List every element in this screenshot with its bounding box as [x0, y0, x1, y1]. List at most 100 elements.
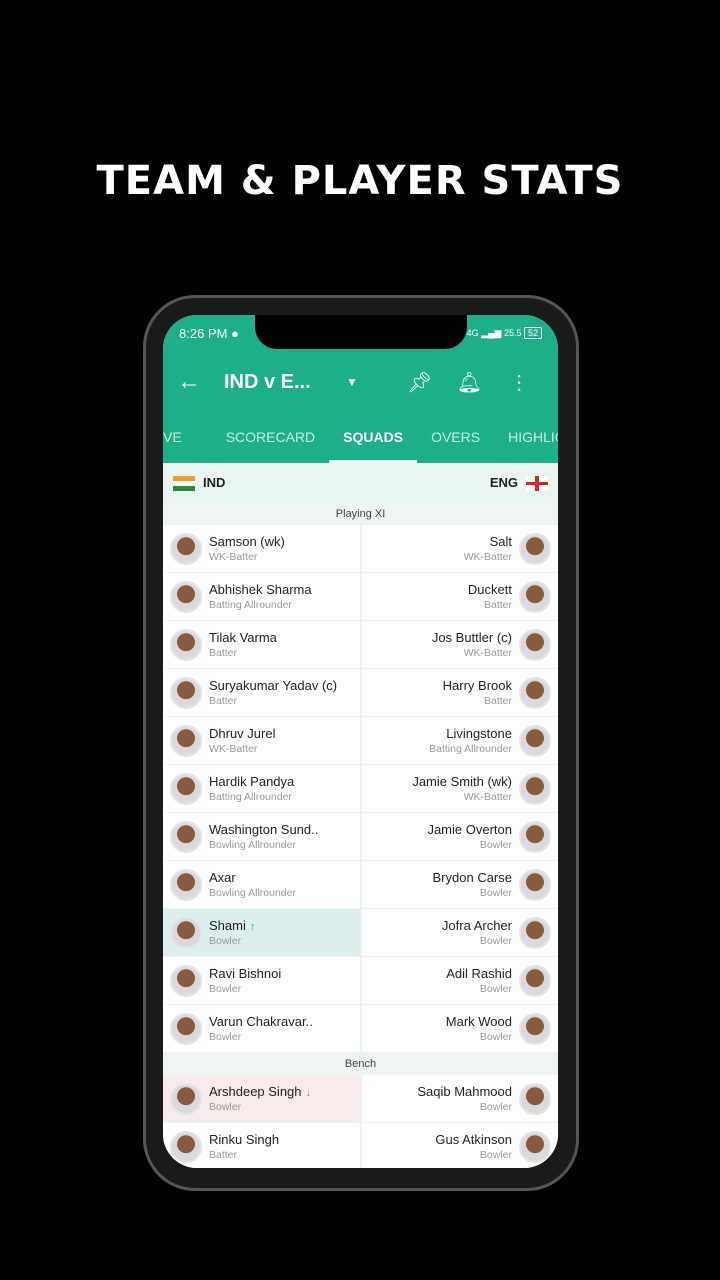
player-item[interactable]: Varun Chakravar.. Bowler — [163, 1005, 360, 1052]
player-role: Bowling Allrounder — [209, 887, 296, 899]
player-item[interactable]: Harry Brook Batter — [361, 669, 558, 716]
player-avatar — [170, 724, 202, 757]
player-name: Jamie Smith (wk) — [412, 774, 512, 789]
player-role: Batter — [483, 599, 512, 611]
tab-highlights[interactable]: HIGHLIGH — [494, 412, 558, 463]
tab-overs[interactable]: OVERS — [417, 412, 494, 463]
player-role: WK-Batter — [209, 743, 258, 755]
battery-icon: 52 — [523, 327, 542, 339]
player-item[interactable]: Hardik Pandya Batting Allrounder — [163, 765, 360, 812]
player-item[interactable]: Jamie Overton Bowler — [361, 813, 558, 860]
bench-label: Bench — [163, 1053, 558, 1075]
player-name: Tilak Varma — [209, 630, 277, 645]
player-name: Jamie Overton — [427, 822, 512, 837]
player-role: Batter — [209, 647, 238, 659]
player-role: Batter — [483, 695, 512, 707]
player-item[interactable]: Suryakumar Yadav (c) Batter — [163, 669, 360, 716]
player-role: Bowler — [479, 839, 512, 851]
player-avatar — [519, 1082, 551, 1115]
player-avatar — [170, 1130, 202, 1163]
player-name: Jos Buttler (c) — [431, 630, 512, 645]
phone-notch — [255, 315, 467, 349]
app-screen: 8:26 PM ● 4G ▂▄▆ 25.5 52 ← IND v E... ▼ … — [163, 315, 558, 1168]
player-item[interactable]: Arshdeep Singh ↓ Bowler — [163, 1075, 360, 1122]
signal-icon: ▂▄▆ — [481, 328, 502, 338]
teams-header: IND ENG — [163, 463, 558, 503]
tab-scorecard[interactable]: SCORECARD — [212, 412, 329, 463]
player-item[interactable]: Dhruv Jurel WK-Batter — [163, 717, 360, 764]
player-avatar — [519, 1130, 551, 1163]
squad-row: Arshdeep Singh ↓ Bowler Saqib Mahmood Bowler — [163, 1075, 558, 1123]
player-name: Adil Rashid — [446, 966, 512, 981]
player-avatar — [170, 676, 202, 709]
player-name: Ravi Bishnoi — [209, 966, 282, 981]
player-role: Bowler — [209, 1031, 242, 1043]
player-name: Harry Brook — [442, 678, 512, 693]
player-name: Hardik Pandya — [209, 774, 295, 789]
squad-row: Abhishek Sharma Batting Allrounder Duckett… — [163, 573, 558, 621]
bench-list: Arshdeep Singh ↓ Bowler Saqib Mahmood Bowler… — [163, 1075, 558, 1168]
pin-icon[interactable]: 📌︎ — [395, 370, 445, 395]
player-avatar — [519, 772, 551, 805]
player-role: Bowler — [479, 983, 512, 995]
player-item[interactable]: Shami ↑ Bowler — [163, 909, 360, 956]
player-item[interactable]: Duckett Batter — [361, 573, 558, 620]
player-avatar — [519, 724, 551, 757]
player-item[interactable]: Mark Wood Bowler — [361, 1005, 558, 1052]
player-item[interactable]: Saqib Mahmood Bowler — [361, 1075, 558, 1122]
player-item[interactable]: Jos Buttler (c) WK-Batter — [361, 621, 558, 668]
caret-down-icon[interactable]: ▼ — [346, 375, 395, 389]
squad-row: Ravi Bishnoi Bowler Adil Rashid Bowler — [163, 957, 558, 1005]
app-bar: ← IND v E... ▼ 📌︎ 🔔︎ ⋮ — [163, 352, 558, 412]
player-item[interactable]: Salt WK-Batter — [361, 525, 558, 572]
player-item[interactable]: Brydon Carse Bowler — [361, 861, 558, 908]
player-role: Bowler — [479, 887, 512, 899]
tab-bar: VE SCORECARD SQUADS OVERS HIGHLIGH — [163, 412, 558, 463]
tab-squads[interactable]: SQUADS — [329, 412, 417, 463]
player-item[interactable]: Livingstone Batting Allrounder — [361, 717, 558, 764]
player-role: Bowler — [479, 935, 512, 947]
player-avatar — [519, 820, 551, 853]
player-name: Dhruv Jurel — [209, 726, 276, 741]
player-item[interactable]: Gus Atkinson Bowler — [361, 1123, 558, 1168]
player-item[interactable]: Washington Sund.. Bowling Allrounder — [163, 813, 360, 860]
player-name: Saqib Mahmood — [417, 1084, 512, 1099]
player-role: Bowler — [479, 1101, 512, 1113]
squad-row: Shami ↑ Bowler Jofra Archer Bowler — [163, 909, 558, 957]
back-button[interactable]: ← — [177, 368, 224, 396]
player-role: Bowler — [209, 1101, 242, 1113]
squad-row: Suryakumar Yadav (c) Batter Harry Brook Bat… — [163, 669, 558, 717]
player-item[interactable]: Jamie Smith (wk) WK-Batter — [361, 765, 558, 812]
player-avatar — [519, 532, 551, 565]
playing-xi-list: Samson (wk) WK-Batter Salt WK-Batter Abhishe… — [163, 525, 558, 1053]
player-name: Salt — [489, 534, 512, 549]
bell-icon[interactable]: 🔔︎ — [445, 370, 495, 395]
match-title[interactable]: IND v E... — [224, 371, 346, 394]
player-name: Rinku Singh — [209, 1132, 280, 1147]
squad-row: Samson (wk) WK-Batter Salt WK-Batter — [163, 525, 558, 573]
squad-row: Washington Sund.. Bowling Allrounder Jamie… — [163, 813, 558, 861]
tab-live[interactable]: VE — [163, 412, 212, 463]
player-role: Batting Allrounder — [209, 599, 292, 611]
player-name: Mark Wood — [445, 1014, 512, 1029]
player-role: Batter — [209, 695, 238, 707]
player-name: Jofra Archer — [441, 918, 512, 933]
player-role: WK-Batter — [209, 551, 258, 563]
playing-xi-label: Playing XI — [163, 503, 558, 525]
player-item[interactable]: Rinku Singh Batter — [163, 1123, 360, 1168]
headline: TEAM & PLAYER STATS — [96, 158, 624, 204]
more-vert-icon[interactable]: ⋮ — [494, 370, 544, 395]
player-item[interactable]: Axar Bowling Allrounder — [163, 861, 360, 908]
player-item[interactable]: Tilak Varma Batter — [163, 621, 360, 668]
player-avatar — [519, 628, 551, 661]
player-item[interactable]: Jofra Archer Bowler — [361, 909, 558, 956]
player-item[interactable]: Abhishek Sharma Batting Allrounder — [163, 573, 360, 620]
player-item[interactable]: Adil Rashid Bowler — [361, 957, 558, 1004]
player-item[interactable]: Samson (wk) WK-Batter — [163, 525, 360, 572]
arrow-down-icon: ↓ — [305, 1087, 312, 1099]
player-avatar — [170, 916, 202, 949]
player-avatar — [519, 916, 551, 949]
player-avatar — [170, 532, 202, 565]
player-avatar — [170, 820, 202, 853]
player-item[interactable]: Ravi Bishnoi Bowler — [163, 957, 360, 1004]
